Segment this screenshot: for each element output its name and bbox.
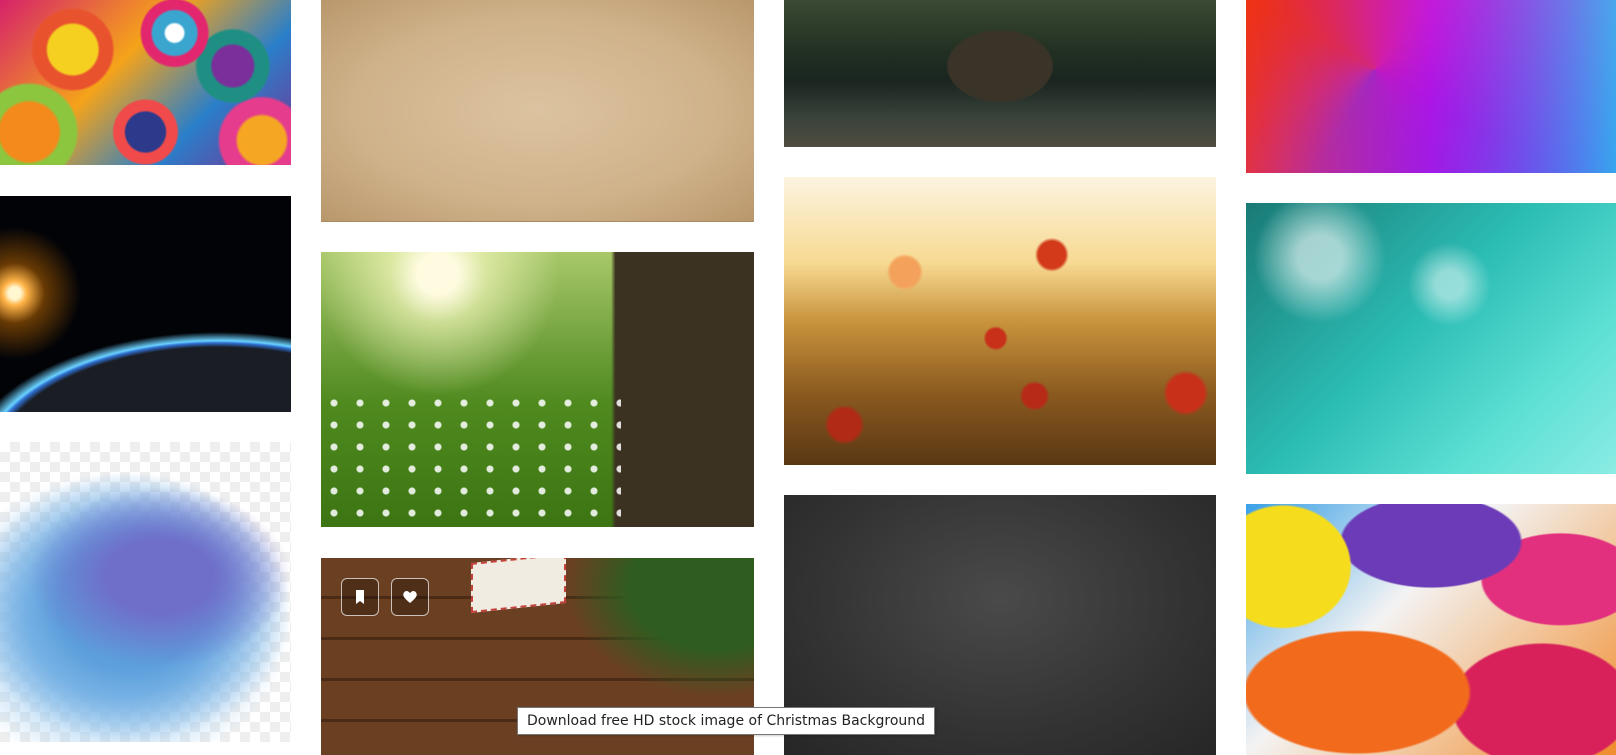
flower-pattern	[321, 392, 621, 522]
gallery-image-poppy[interactable]	[784, 177, 1216, 465]
gallery-image-watercolor[interactable]	[0, 442, 291, 742]
gallery-image-meadow[interactable]	[321, 252, 754, 527]
envelope-decoration	[471, 558, 566, 613]
gallery-image-lake[interactable]	[784, 0, 1216, 147]
gallery-image-paper[interactable]	[321, 0, 754, 222]
gallery-image-mandala[interactable]	[0, 0, 291, 165]
gallery-image-paint[interactable]	[1246, 504, 1616, 755]
like-button[interactable]	[391, 578, 429, 616]
heart-icon	[403, 591, 417, 603]
bookmark-icon	[356, 590, 364, 604]
fir-branch-decoration	[564, 558, 754, 698]
gallery-image-dandelion[interactable]	[1246, 203, 1616, 474]
gallery-image-low-poly[interactable]	[1246, 0, 1616, 173]
gallery-image-earth[interactable]	[0, 196, 291, 412]
bookmark-button[interactable]	[341, 578, 379, 616]
image-tooltip: Download free HD stock image of Christma…	[517, 707, 936, 735]
